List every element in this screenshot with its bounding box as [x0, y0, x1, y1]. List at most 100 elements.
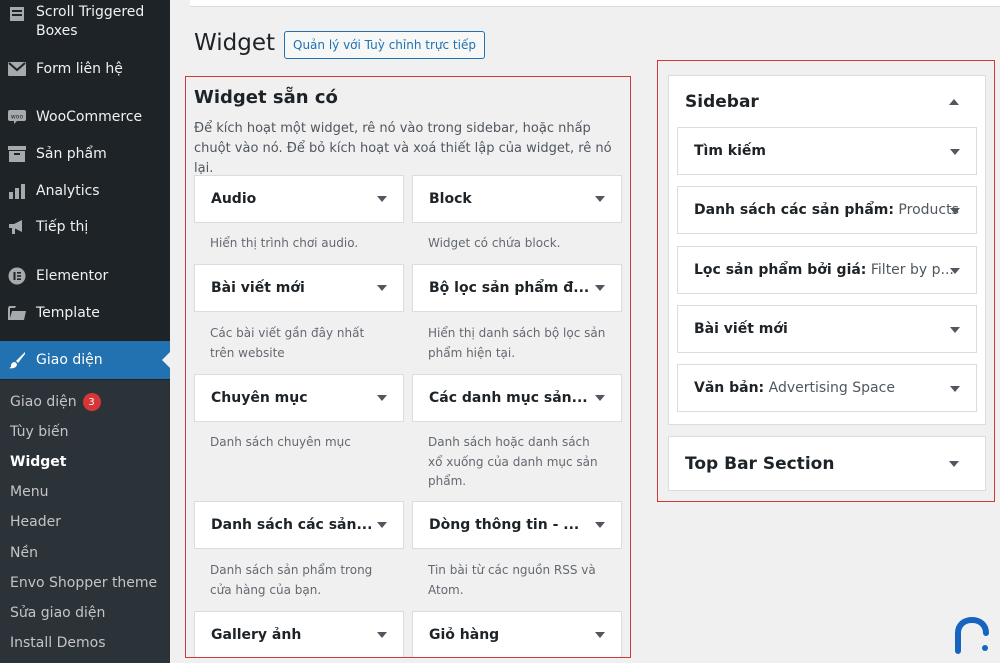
submenu-item-sua-giao-dien[interactable]: Sửa giao diện — [10, 605, 105, 621]
widget-description: Hiển thị trình chơi audio. — [210, 236, 359, 250]
widget-area-top-bar[interactable]: Top Bar Section — [668, 436, 986, 491]
submenu-label: Giao diện — [10, 394, 77, 410]
widget-categories[interactable]: Chuyên mục — [194, 374, 404, 422]
menu-label: Form liên hệ — [36, 60, 123, 77]
megaphone-icon — [8, 218, 26, 236]
widget-title: Chuyên mục — [211, 390, 308, 406]
widget-description: Tin bài từ các nguồn RSS và Atom. — [428, 563, 596, 597]
submenu-item-giao-dien[interactable]: Giao diện 3 — [10, 393, 101, 411]
chevron-down-icon[interactable] — [949, 461, 959, 467]
widget-title: Lọc sản phẩm bởi giá: — [694, 262, 867, 278]
submenu-label: Install Demos — [10, 635, 106, 651]
sidebar-widget-recent-posts[interactable]: Bài viết mới — [677, 305, 977, 353]
chevron-down-icon[interactable] — [377, 196, 387, 202]
widget-title: Audio — [211, 191, 257, 207]
chevron-down-icon[interactable] — [595, 196, 605, 202]
chevron-down-icon[interactable] — [377, 522, 387, 528]
woocommerce-icon: woo — [8, 108, 26, 126]
elementor-icon — [8, 267, 26, 285]
widget-instance-title: Advertising Space — [768, 380, 895, 396]
chevron-down-icon[interactable] — [595, 632, 605, 638]
widget-gallery[interactable]: Gallery ảnh — [194, 611, 404, 657]
chevron-down-icon[interactable] — [950, 149, 960, 155]
widget-area-sidebar[interactable]: Sidebar Tìm kiếm Danh sách các sản phẩm:… — [668, 75, 986, 425]
paintbrush-icon — [8, 351, 26, 369]
widget-instance-title: Filter by p... — [870, 262, 954, 278]
widget-title: Các danh mục sản... — [429, 390, 588, 406]
widget-title: Danh sách các sản... — [211, 517, 373, 533]
available-widgets-description: Để kích hoạt một widget, rê nó vào trong… — [194, 121, 612, 176]
submenu-label: Header — [10, 514, 61, 530]
widget-cart[interactable]: Giỏ hàng — [412, 611, 622, 657]
sidebar-widget-products[interactable]: Danh sách các sản phẩm: Products — [677, 186, 977, 234]
widget-block[interactable]: Block — [412, 175, 622, 223]
widget-title: Block — [429, 191, 472, 207]
menu-item-elementor[interactable]: Elementor — [0, 265, 170, 287]
chevron-down-icon[interactable] — [950, 268, 960, 274]
menu-label: Template — [36, 304, 100, 321]
submenu-item-install-demos[interactable]: Install Demos — [10, 635, 105, 651]
manage-live-preview-button[interactable]: Quản lý với Tuỳ chỉnh trực tiếp — [284, 31, 485, 59]
menu-item-template[interactable]: Template — [0, 302, 170, 324]
widget-title: Gallery ảnh — [211, 627, 302, 643]
widget-title: Bài viết mới — [211, 280, 305, 296]
menu-item-giao-dien[interactable]: Giao diện — [0, 341, 170, 379]
widget-title: Bài viết mới — [694, 321, 788, 337]
sidebar-widget-price-filter[interactable]: Lọc sản phẩm bởi giá: Filter by p... — [677, 246, 977, 294]
chevron-down-icon[interactable] — [377, 395, 387, 401]
menu-item-form-lien-he[interactable]: Form liên hệ — [0, 58, 170, 80]
widget-audio[interactable]: Audio — [194, 175, 404, 223]
chevron-up-icon[interactable] — [949, 99, 959, 105]
menu-label: Elementor — [36, 267, 109, 284]
widget-products[interactable]: Danh sách các sản... — [194, 501, 404, 549]
chevron-down-icon[interactable] — [950, 208, 960, 214]
update-count-badge: 3 — [82, 393, 101, 411]
archive-icon — [8, 145, 26, 163]
widget-description: Danh sách hoặc danh sách xổ xuống của da… — [428, 435, 598, 488]
sidebar-widget-search[interactable]: Tìm kiếm — [677, 127, 977, 175]
widget-rss[interactable]: Dòng thông tin - ... — [412, 501, 622, 549]
widget-recent-posts[interactable]: Bài viết mới — [194, 264, 404, 312]
widget-description: Danh sách chuyên mục — [210, 435, 351, 449]
chevron-down-icon[interactable] — [377, 285, 387, 291]
submenu-item-nen[interactable]: Nền — [10, 545, 38, 561]
menu-item-woocommerce[interactable]: woo WooCommerce — [0, 106, 170, 128]
chevron-down-icon[interactable] — [595, 395, 605, 401]
submenu-label: Envo Shopper theme — [10, 575, 158, 591]
menu-label: Sản phẩm — [36, 145, 107, 162]
menu-item-san-pham[interactable]: Sản phẩm — [0, 143, 170, 165]
available-widgets-title: Widget sẵn có — [194, 87, 338, 108]
chevron-down-icon[interactable] — [950, 386, 960, 392]
submenu-label: Tùy biến — [10, 424, 69, 440]
notice-strip — [190, 0, 1000, 7]
boxes-icon — [8, 5, 26, 23]
submenu-item-header[interactable]: Header — [10, 514, 61, 530]
submenu-item-tuy-bien[interactable]: Tùy biến — [10, 424, 69, 440]
widget-product-categories[interactable]: Các danh mục sản... — [412, 374, 622, 422]
menu-item-scroll-triggered-boxes[interactable]: Scroll Triggered Boxes — [0, 3, 170, 41]
widget-description: Hiển thị danh sách bộ lọc sản phẩm hiện … — [428, 326, 606, 360]
widget-title: Danh sách các sản phẩm: — [694, 202, 894, 218]
widget-title: Tìm kiếm — [694, 143, 767, 159]
mail-icon — [8, 60, 26, 78]
chevron-down-icon[interactable] — [595, 522, 605, 528]
widget-description: Các bài viết gần đây nhất trên website — [210, 326, 365, 360]
chevron-down-icon[interactable] — [595, 285, 605, 291]
chevron-down-icon[interactable] — [377, 632, 387, 638]
menu-item-tiep-thi[interactable]: Tiếp thị — [0, 216, 170, 238]
widget-title: Bộ lọc sản phẩm đ... — [429, 280, 590, 296]
widget-title: Giỏ hàng — [429, 627, 500, 643]
menu-item-analytics[interactable]: Analytics — [0, 180, 170, 202]
submenu-item-menu[interactable]: Menu — [10, 484, 48, 500]
submenu-item-widget[interactable]: Widget — [10, 454, 66, 470]
widget-title: Văn bản: — [694, 380, 765, 396]
menu-label: Tiếp thị — [36, 218, 89, 235]
widget-area-title: Top Bar Section — [685, 454, 835, 474]
widget-active-product-filters[interactable]: Bộ lọc sản phẩm đ... — [412, 264, 622, 312]
menu-label: WooCommerce — [36, 108, 143, 125]
admin-sidebar: Scroll Triggered Boxes Form liên hệ woo … — [0, 0, 170, 663]
menu-label: Analytics — [36, 182, 100, 199]
sidebar-widget-text[interactable]: Văn bản: Advertising Space — [677, 364, 977, 412]
chevron-down-icon[interactable] — [950, 327, 960, 333]
submenu-item-envo-shopper-theme[interactable]: Envo Shopper theme — [10, 575, 157, 591]
